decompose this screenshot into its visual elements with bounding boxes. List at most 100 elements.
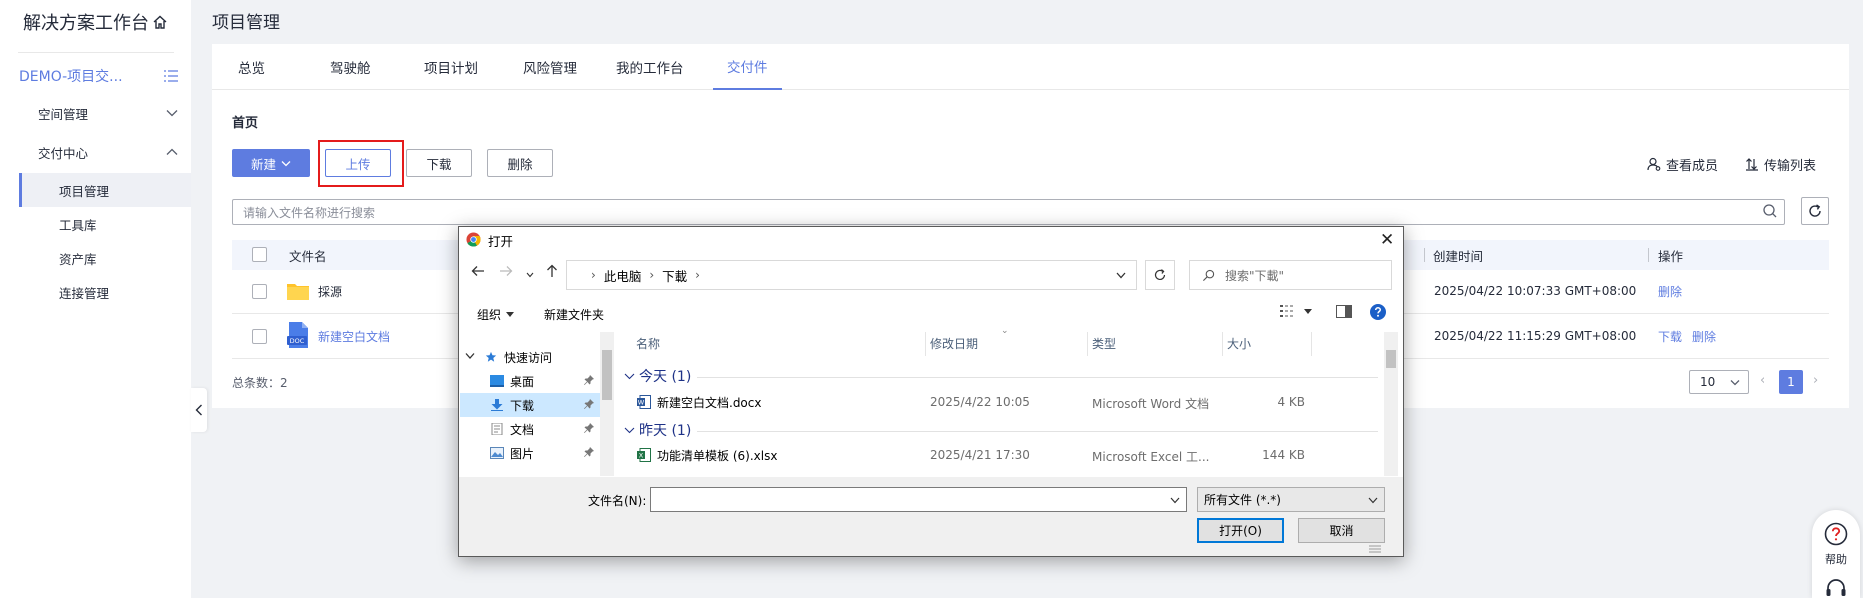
delete-button-label: 删除: [507, 156, 533, 172]
next-page-icon[interactable]: ›: [1813, 373, 1818, 388]
file-group-today[interactable]: 今天 (1): [624, 366, 691, 386]
select-all-checkbox[interactable]: [252, 247, 267, 262]
column-divider: [1222, 332, 1223, 356]
close-icon[interactable]: ✕: [1380, 230, 1394, 250]
sidebar-item-assets[interactable]: 资产库: [19, 241, 191, 275]
back-arrow-icon[interactable]: [471, 264, 485, 282]
organize-menu[interactable]: 组织: [477, 306, 515, 323]
transfer-list-link[interactable]: 传输列表: [1745, 155, 1817, 174]
refresh-icon: [1809, 204, 1821, 217]
page-current[interactable]: 1: [1779, 370, 1803, 394]
nav-pane-scrollbar[interactable]: [600, 332, 614, 476]
page-size-value: 10: [1700, 375, 1716, 389]
sidebar-item-label: 连接管理: [59, 285, 110, 301]
upload-button[interactable]: 上传: [325, 149, 391, 177]
file-search-input[interactable]: 请输入文件名称进行搜索: [232, 199, 1785, 225]
column-header-modified[interactable]: 修改日期: [930, 335, 978, 352]
new-button[interactable]: 新建: [232, 149, 310, 177]
delete-link[interactable]: 删除: [1658, 281, 1682, 301]
nav-quick-access[interactable]: 快速访问: [484, 345, 600, 369]
file-list-scrollbar[interactable]: [1384, 332, 1398, 476]
nav-pictures[interactable]: 图片: [484, 441, 600, 465]
address-segment[interactable]: 此电脑: [604, 266, 642, 285]
up-arrow-icon[interactable]: [545, 264, 559, 282]
file-row-type: Microsoft Word 文档: [1092, 397, 1210, 411]
sidebar-item-toolbox[interactable]: 工具库: [19, 207, 191, 241]
file-row-name: 功能清单模板 (6).xlsx: [657, 448, 778, 463]
sidebar-item-project-management[interactable]: 项目管理: [19, 173, 191, 207]
scrollbar-thumb[interactable]: [602, 350, 612, 400]
preview-pane-button[interactable]: [1336, 305, 1352, 318]
address-segment[interactable]: 下載: [662, 266, 687, 285]
project-selector[interactable]: DEMO-项目交...: [19, 64, 179, 88]
breadcrumb-arrow-icon: ›: [695, 268, 700, 282]
home-icon[interactable]: [152, 14, 168, 30]
tab-my-workbench[interactable]: 我的工作台: [616, 44, 684, 90]
file-row[interactable]: X 功能清单模板 (6).xlsx: [637, 446, 777, 464]
user-icon: [1647, 157, 1661, 171]
download-arrow-icon: [491, 399, 503, 411]
pin-icon: [584, 447, 594, 457]
filename-input[interactable]: [650, 487, 1187, 512]
download-button[interactable]: 下载: [406, 149, 472, 177]
list-icon[interactable]: [163, 69, 179, 83]
file-row-name: 新建空白文档.docx: [657, 395, 762, 410]
forward-arrow-icon[interactable]: [499, 264, 513, 282]
nav-downloads[interactable]: 下载: [460, 393, 600, 417]
view-options-button[interactable]: [1280, 305, 1312, 317]
cancel-button-label: 取消: [1329, 524, 1354, 538]
file-name[interactable]: 新建空白文档: [318, 326, 390, 346]
nav-documents[interactable]: 文档: [484, 417, 600, 441]
transfer-list-label: 传输列表: [1764, 158, 1817, 174]
refresh-button[interactable]: [1801, 197, 1829, 225]
address-bar[interactable]: › 此电脑 › 下載 ›: [566, 260, 1137, 290]
file-row-size: 144 KB: [1262, 448, 1305, 462]
sidebar-item-connections[interactable]: 连接管理: [19, 275, 191, 309]
tab-cockpit[interactable]: 驾驶舱: [330, 44, 371, 90]
cancel-button[interactable]: 取消: [1298, 518, 1385, 543]
nav-label: 图片: [510, 446, 535, 461]
desktop-icon: [490, 375, 504, 387]
delete-link[interactable]: 删除: [1692, 326, 1716, 346]
chevron-down-icon[interactable]: [465, 352, 475, 360]
column-header-size[interactable]: 大小: [1227, 335, 1251, 352]
recent-locations-icon[interactable]: [526, 267, 534, 282]
dialog-search-input[interactable]: 搜索"下載": [1189, 260, 1392, 290]
row-checkbox[interactable]: [252, 284, 267, 299]
row-checkbox[interactable]: [252, 329, 267, 344]
prev-page-icon[interactable]: ‹: [1760, 373, 1765, 388]
download-link[interactable]: 下载: [1658, 326, 1682, 346]
tab-risk-management[interactable]: 风险管理: [523, 44, 577, 90]
nav-desktop[interactable]: 桌面: [484, 369, 600, 393]
new-folder-button[interactable]: 新建文件夹: [544, 306, 604, 323]
pin-icon: [584, 375, 594, 385]
sidebar-group-delivery[interactable]: 交付中心: [38, 140, 178, 164]
page-size-select[interactable]: 10: [1689, 370, 1749, 394]
organize-label: 组织: [477, 308, 502, 322]
sidebar-divider: [18, 52, 174, 53]
search-icon[interactable]: [1762, 203, 1778, 219]
view-members-link[interactable]: 查看成员: [1647, 155, 1718, 174]
file-row[interactable]: W 新建空白文档.docx: [637, 393, 761, 411]
column-header-actions: 操作: [1658, 248, 1684, 264]
chevron-down-icon[interactable]: [1170, 497, 1180, 504]
sidebar-collapse-handle[interactable]: [191, 388, 207, 432]
delete-button[interactable]: 删除: [487, 149, 553, 177]
column-header-name[interactable]: 名称: [636, 335, 660, 352]
dialog-refresh-button[interactable]: [1145, 260, 1175, 290]
column-header-type[interactable]: 类型: [1092, 335, 1116, 352]
sidebar-group-space[interactable]: 空间管理: [38, 101, 178, 125]
tab-project-plan[interactable]: 项目计划: [424, 44, 478, 90]
tab-overview[interactable]: 总览: [238, 44, 265, 90]
file-type-select[interactable]: 所有文件 (*.*): [1197, 487, 1385, 512]
scrollbar-thumb[interactable]: [1386, 350, 1396, 368]
help-button[interactable]: [1370, 304, 1386, 320]
search-placeholder: 请输入文件名称进行搜索: [243, 205, 376, 220]
open-button[interactable]: 打开(O): [1197, 518, 1284, 543]
resize-grip-icon[interactable]: [1368, 542, 1382, 554]
chevron-down-icon[interactable]: [1116, 272, 1126, 279]
tab-deliverables[interactable]: 交付件: [713, 44, 782, 90]
file-name[interactable]: 採源: [318, 281, 342, 301]
file-group-yesterday[interactable]: 昨天 (1): [624, 420, 691, 440]
group-divider: [697, 431, 1378, 432]
